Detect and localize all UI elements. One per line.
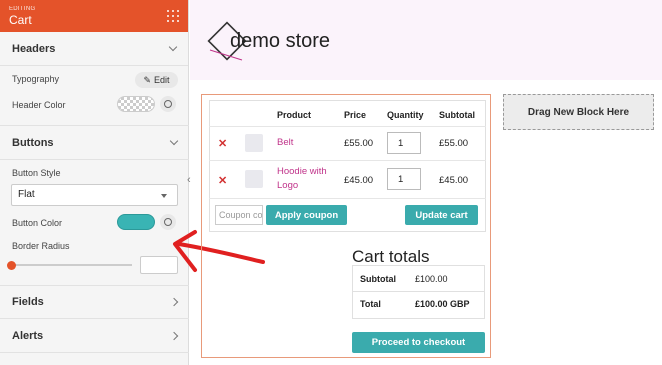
header-color-swatch[interactable] xyxy=(117,96,155,112)
subtotal-label: Subtotal xyxy=(360,274,396,284)
block-title: Cart xyxy=(9,13,32,27)
border-radius-slider-handle[interactable] xyxy=(7,261,16,270)
button-color-swatch[interactable] xyxy=(117,214,155,230)
divider xyxy=(209,198,486,199)
divider xyxy=(352,291,485,292)
column-header-quantity: Quantity xyxy=(387,110,424,120)
store-logo-text[interactable]: demo store xyxy=(230,30,330,53)
column-header-product: Product xyxy=(277,110,312,120)
section-alerts-label: Alerts xyxy=(12,329,44,342)
total-value: £100.00 GBP xyxy=(415,299,470,309)
update-cart-button[interactable]: Update cart xyxy=(405,205,478,225)
column-header-price: Price xyxy=(344,110,367,120)
drag-new-block-zone[interactable]: Drag New Block Here xyxy=(503,94,654,130)
border-radius-slider-track[interactable] xyxy=(11,264,132,266)
coupon-input[interactable]: Coupon code xyxy=(215,205,263,225)
typography-label: Typography xyxy=(12,74,60,84)
section-fields[interactable]: Fields xyxy=(0,285,189,319)
button-color-label: Button Color xyxy=(12,218,63,228)
quantity-input[interactable]: 1 xyxy=(387,132,421,154)
product-link-hoodie[interactable]: Hoodie with Logo xyxy=(277,165,327,193)
chevron-right-icon xyxy=(169,297,179,307)
pencil-icon: ✎ xyxy=(143,74,152,85)
remove-item-icon[interactable]: ✕ xyxy=(218,137,227,150)
product-thumbnail[interactable] xyxy=(245,170,263,188)
product-thumbnail[interactable] xyxy=(245,134,263,152)
item-price: £45.00 xyxy=(344,175,374,186)
section-buttons-label: Buttons xyxy=(12,136,54,149)
collapse-sidebar-icon[interactable]: ‹ xyxy=(187,173,197,187)
grid-menu-icon[interactable] xyxy=(167,10,179,22)
total-label: Total xyxy=(360,299,381,309)
editing-label: EDITING xyxy=(9,6,36,12)
remove-item-icon[interactable]: ✕ xyxy=(218,174,227,187)
cart-totals-title: Cart totals xyxy=(352,247,430,266)
sidebar-header: EDITING Cart xyxy=(0,0,188,32)
item-subtotal: £45.00 xyxy=(439,175,469,186)
button-style-label: Button Style xyxy=(12,168,61,178)
typography-edit-button[interactable]: ✎ Edit xyxy=(135,72,178,88)
column-header-subtotal: Subtotal xyxy=(439,110,475,120)
divider xyxy=(209,160,486,161)
caret-down-icon xyxy=(161,194,167,198)
border-radius-label: Border Radius xyxy=(12,241,70,251)
item-subtotal: £55.00 xyxy=(439,138,469,149)
section-headers[interactable]: Headers xyxy=(0,32,188,66)
divider xyxy=(209,126,486,127)
section-buttons[interactable]: Buttons xyxy=(0,126,189,160)
item-price: £55.00 xyxy=(344,138,374,149)
chevron-down-icon xyxy=(169,136,179,146)
section-headers-label: Headers xyxy=(12,42,56,55)
apply-coupon-button[interactable]: Apply coupon xyxy=(266,205,347,225)
button-style-select[interactable]: Flat xyxy=(11,184,178,206)
section-fields-label: Fields xyxy=(12,296,44,308)
section-alerts[interactable]: Alerts xyxy=(0,319,189,353)
quantity-input[interactable]: 1 xyxy=(387,168,421,190)
product-link-belt[interactable]: Belt xyxy=(277,136,293,150)
chevron-right-icon xyxy=(169,331,179,340)
header-color-label: Header Color xyxy=(12,100,66,110)
palette-icon[interactable] xyxy=(160,96,176,112)
proceed-to-checkout-button[interactable]: Proceed to checkout xyxy=(352,332,485,353)
subtotal-value: £100.00 xyxy=(415,274,448,284)
chevron-down-icon xyxy=(168,42,178,52)
